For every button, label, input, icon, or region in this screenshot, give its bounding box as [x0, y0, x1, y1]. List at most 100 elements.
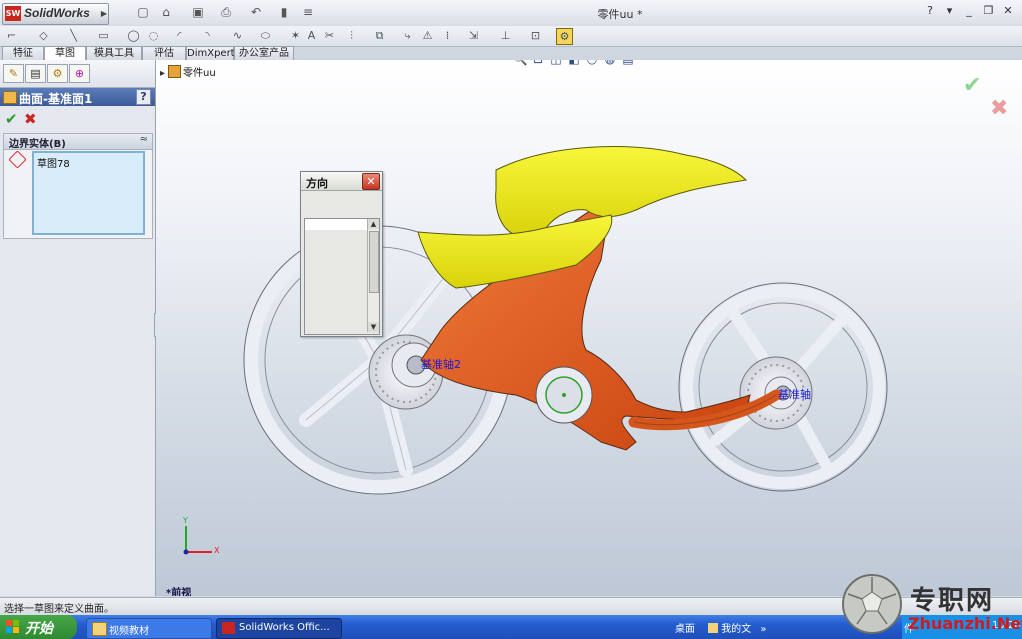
trim-icon[interactable]: ✂	[322, 28, 337, 43]
windows-logo-icon	[6, 620, 19, 633]
watermark-url: Zhuanzhi.Net	[908, 614, 1022, 633]
taskbar-item-label: SolidWorks Offic...	[239, 622, 330, 633]
tray-expand-icon[interactable]: »	[760, 624, 766, 635]
scroll-thumb[interactable]	[369, 231, 379, 293]
boundary-shape-icon	[8, 150, 27, 169]
start-button[interactable]: 开始	[0, 615, 77, 639]
ok-button[interactable]: ✔	[5, 110, 18, 128]
arc-icon[interactable]: ◜	[172, 28, 187, 43]
tab-features[interactable]: 特征	[2, 46, 44, 60]
save-icon[interactable]: ▣	[190, 5, 206, 20]
sketch-icon[interactable]: ⌐	[4, 28, 19, 43]
solidworks-logo-icon: SW	[5, 6, 21, 21]
open-folder-icon[interactable]: ⌂	[158, 5, 174, 20]
group-header[interactable]: 边界实体(B) ≈	[4, 134, 152, 150]
linear-pattern-icon[interactable]: ⁞	[440, 28, 455, 43]
solidworks-icon	[222, 622, 235, 634]
watermark: 专职网 Zhuanzhi.Net	[840, 572, 1022, 639]
command-manager-tabs: 特征 草图 模具工具 评估 DimXpert 办公室产品	[0, 46, 300, 60]
ellipse-icon[interactable]: ⬭	[258, 28, 273, 43]
smart-dimension-icon[interactable]: ◇	[36, 28, 51, 43]
offset-icon[interactable]: ⧉	[372, 28, 387, 43]
document-title: 零件uu *	[597, 8, 643, 21]
manager-tabs: ✎ ▤ ⚙ ⊕	[0, 60, 155, 88]
selection-item[interactable]: 草图78	[37, 155, 70, 170]
dimxpert-manager-icon[interactable]: ⊕	[69, 64, 90, 83]
tangent-arc-icon[interactable]: ◝	[200, 28, 215, 43]
graphics-area[interactable]: ▸零件uu 🔍⊡◫◧◔◍▤ ✔ ✖	[156, 60, 1022, 596]
dialog-titlebar[interactable]: 方向 ✕	[301, 172, 382, 191]
select-icon[interactable]: ▮	[276, 5, 292, 20]
taskbar-item-solidworks[interactable]: SolidWorks Offic...	[216, 618, 342, 639]
watermark-brand: 专职网	[910, 586, 995, 616]
help-icon[interactable]: ?	[922, 4, 938, 17]
rectangle-icon[interactable]: ▭	[96, 28, 111, 43]
repair-sketch-icon[interactable]: ⊡	[528, 28, 543, 43]
motorcycle-model[interactable]	[156, 60, 1022, 596]
window-controls: ? ▾ _ ❐ ✕	[922, 4, 1016, 22]
move-entities-icon[interactable]: ⇲	[466, 28, 481, 43]
triad-y-label: Y	[183, 516, 188, 525]
help-button[interactable]: ?	[136, 89, 151, 105]
taskbar-item-video[interactable]: 视频教材	[86, 618, 212, 639]
sketch-toolbar: ⌐ ◇ ╲ ▭ ◯ ◌ ◜ ◝ ∿ ⬭ ✶ A ✂ ⫶ ⧉ ⤷ ⚠ ⁞ ⇲ ⊥ …	[0, 26, 1022, 47]
my-documents-toolbar[interactable]: 我的文	[721, 624, 751, 635]
start-label: 开始	[25, 621, 53, 637]
dialog-scrollbar[interactable]: ▲ ▼	[367, 219, 379, 332]
restore-button[interactable]: ❐	[981, 4, 997, 17]
cancel-button[interactable]: ✖	[24, 110, 37, 128]
line-icon[interactable]: ╲	[66, 28, 81, 43]
dialog-close-button[interactable]: ✕	[362, 173, 380, 190]
configuration-manager-icon[interactable]: ⚙	[47, 64, 68, 83]
soccer-ball-icon	[842, 574, 902, 634]
help-dropdown-icon[interactable]: ▾	[942, 4, 958, 17]
tab-office-products[interactable]: 办公室产品	[234, 46, 294, 60]
direction-dialog: 方向 ✕ ▲ ▼	[300, 171, 383, 337]
feature-title: 曲面-基准面1	[19, 92, 93, 106]
scroll-up-icon[interactable]: ▲	[368, 219, 379, 229]
convert-entities-icon[interactable]: ⤷	[400, 28, 415, 43]
group-title: 边界实体(B)	[9, 139, 66, 150]
triad-x-label: X	[214, 546, 220, 555]
quick-launch-tray: 桌面 我的文 »	[675, 620, 767, 635]
warning-icon[interactable]: ⚠	[420, 28, 435, 43]
datum-axis-2-label[interactable]: 基准轴2	[421, 356, 461, 372]
scroll-down-icon[interactable]: ▼	[368, 322, 379, 332]
text-icon[interactable]: A	[304, 28, 319, 43]
tab-evaluate[interactable]: 评估	[142, 46, 186, 60]
coordinate-triad	[183, 526, 212, 555]
print-icon[interactable]: ⎙	[218, 5, 234, 20]
folder-icon	[708, 623, 719, 633]
surface-feature-icon	[3, 91, 17, 104]
tab-sketch[interactable]: 草图	[44, 46, 86, 60]
view-name: *前视	[166, 588, 192, 596]
feature-manager-icon[interactable]: ✎	[3, 64, 24, 83]
circle-icon[interactable]: ◯	[126, 28, 141, 43]
property-manager-icon[interactable]: ▤	[25, 64, 46, 83]
point-icon[interactable]: ✶	[288, 28, 303, 43]
rebuild-icon[interactable]: ≡	[300, 5, 316, 20]
tab-dimxpert[interactable]: DimXpert	[186, 46, 235, 60]
dialog-list[interactable]: ▲ ▼	[304, 218, 380, 335]
new-document-icon[interactable]: ▢	[135, 5, 151, 20]
solidworks-menu-button[interactable]: SW SolidWorks ▶	[2, 3, 109, 25]
undo-icon[interactable]: ↶	[248, 5, 264, 20]
desktop-toolbar[interactable]: 桌面	[675, 624, 695, 635]
mirror-icon[interactable]: ⫶	[344, 28, 359, 43]
title-bar: SW SolidWorks ▶ ▢ ⌂ ▣ ⎙ ↶ ▮ ≡ 零件uu * ? ▾…	[0, 0, 1022, 27]
menu-arrow-icon: ▶	[100, 9, 107, 18]
datum-axis-label[interactable]: 基准轴	[778, 386, 811, 402]
tab-mold-tools[interactable]: 模具工具	[86, 46, 142, 60]
folder-icon	[92, 622, 107, 636]
selection-list[interactable]: 草图78	[32, 151, 145, 235]
minimize-button[interactable]: _	[961, 4, 977, 17]
center-arc-icon[interactable]: ◌	[146, 28, 161, 43]
close-button[interactable]: ✕	[1000, 4, 1016, 17]
dialog-title: 方向	[306, 177, 328, 190]
collapse-icon[interactable]: ≈	[140, 134, 148, 145]
display-relations-icon[interactable]: ⊥	[498, 28, 513, 43]
spline-icon[interactable]: ∿	[230, 28, 245, 43]
property-manager-header: 曲面-基准面1 ?	[0, 88, 155, 106]
quick-snaps-icon[interactable]: ⚙	[556, 28, 573, 45]
status-message: 选择一草图来定义曲面。	[4, 604, 114, 615]
